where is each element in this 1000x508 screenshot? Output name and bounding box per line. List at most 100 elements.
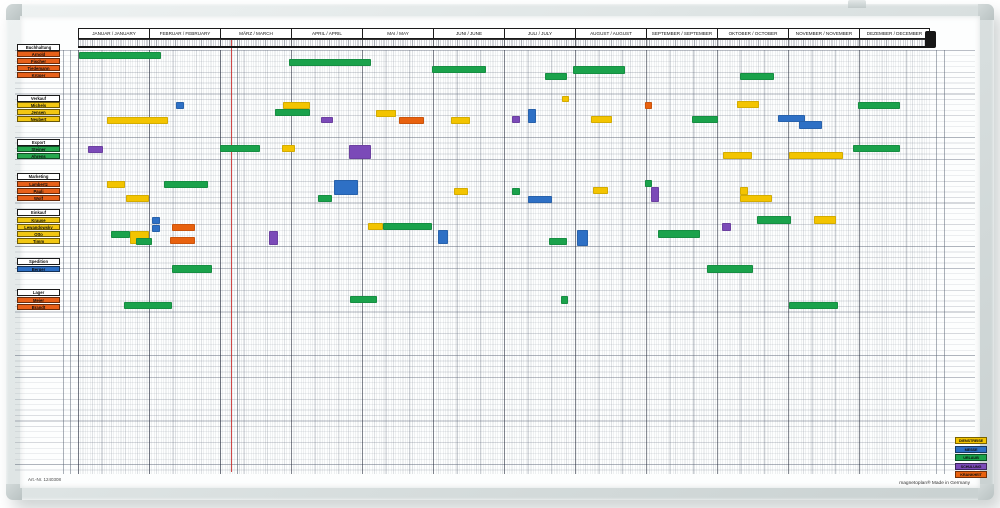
magnet-bar-yellow	[723, 152, 752, 159]
magnet-bar-purple	[88, 146, 103, 153]
magnet-bar-purple	[512, 116, 520, 123]
magnet-bar-green	[858, 102, 900, 109]
board-seam-line	[237, 28, 238, 474]
planner-board-photo: JANUAR / JANUARYFEBRUAR / FEBRUARYMÄRZ /…	[0, 0, 1000, 508]
date-slider-knob	[925, 31, 936, 48]
magnet-bar-green	[172, 265, 212, 273]
magnet-bar-yellow	[789, 152, 843, 159]
magnet-bar-yellow	[593, 187, 608, 194]
row-label-plate: Meier	[17, 297, 60, 303]
label-column-divider	[63, 50, 64, 474]
row-label-plate: Brandt	[17, 304, 60, 310]
frame-corner	[978, 4, 994, 20]
wall-hook	[848, 0, 866, 8]
magnet-bar-blue	[176, 102, 184, 109]
magnet-bar-blue	[528, 196, 552, 203]
right-margin-divider	[944, 50, 945, 474]
magnet-bar-blue	[577, 230, 588, 246]
magnet-bar-yellow	[591, 116, 612, 123]
magnet-bar-yellow	[107, 117, 168, 124]
group-header-plate: Export	[17, 139, 60, 146]
magnet-bar-yellow	[814, 216, 836, 224]
month-label: FEBRUAR / FEBRUARY	[149, 28, 220, 39]
row-label-plate: Wolf	[17, 195, 60, 201]
magnet-bar-purple	[321, 117, 333, 123]
magnet-bar-yellow	[368, 223, 383, 230]
row-label-plate: Timm	[17, 238, 60, 244]
row-label-plate: Steiner	[17, 146, 60, 152]
row-label-plate: Fischer	[17, 58, 60, 64]
month-label: OKTOBER / OCTOBER	[717, 28, 788, 39]
magnet-bar-orange	[170, 237, 195, 244]
magnet-bar-green	[350, 296, 377, 303]
magnet-bar-yellow	[107, 181, 125, 188]
month-label: NOVEMBER / NOVEMBER	[788, 28, 859, 39]
month-label: JULI / JULY	[504, 28, 575, 39]
label-column-divider	[70, 50, 71, 474]
magnet-bar-orange	[645, 102, 652, 109]
day-number-strip	[78, 39, 930, 48]
magnet-bar-yellow	[126, 195, 149, 202]
legend-item: KRANKHEIT	[955, 471, 987, 478]
group-header-plate: Verkauf	[17, 95, 60, 102]
article-number: Art.-Nr. 1240308	[28, 477, 61, 482]
magnet-bar-green	[383, 223, 432, 230]
magnet-bar-purple	[349, 145, 371, 159]
row-label-plate: Michels	[17, 102, 60, 108]
magnet-bar-green	[789, 302, 838, 309]
magnet-bar-yellow	[283, 102, 310, 109]
magnet-bar-orange	[399, 117, 424, 124]
group-header-plate: Lager	[17, 289, 60, 296]
grid-day-lines	[78, 50, 930, 474]
month-label: APRIL / APRIL	[291, 28, 362, 39]
magnet-bar-green	[275, 109, 310, 116]
row-label-plate: Tiedemann	[17, 65, 60, 71]
magnet-bar-yellow	[562, 96, 569, 102]
month-label: AUGUST / AUGUST	[575, 28, 646, 39]
magnet-bar-green	[164, 181, 208, 188]
magnet-bar-blue	[528, 109, 536, 123]
magnet-bar-blue	[438, 230, 448, 244]
magnet-bar-green	[707, 265, 753, 273]
right-margin-divider	[936, 50, 937, 474]
magnet-bar-green	[545, 73, 567, 80]
magnet-bar-green	[645, 180, 652, 187]
row-label-plate: Krause	[17, 217, 60, 223]
magnet-bar-green	[512, 188, 520, 195]
magnet-bar-green	[853, 145, 900, 152]
magnet-bar-yellow	[376, 110, 396, 117]
brand-caption: magnetoplan® Made in Germany	[899, 481, 970, 486]
legend-item: URLAUB	[955, 454, 987, 461]
group-header-plate: Marketing	[17, 173, 60, 180]
magnet-bar-yellow	[740, 187, 748, 195]
magnet-bar-green	[692, 116, 718, 123]
legend-item: DIENSTREISE	[955, 437, 987, 444]
month-label: MÄRZ / MARCH	[220, 28, 291, 39]
row-label-plate: Berger	[17, 266, 60, 272]
month-label: MAI / MAY	[362, 28, 433, 39]
magnet-bar-green	[549, 238, 567, 245]
magnet-bar-green	[573, 66, 625, 74]
current-date-line	[231, 30, 232, 472]
magnet-bar-green	[740, 73, 774, 80]
magnet-bar-green	[757, 216, 791, 224]
row-label-plate: Lewandowsky	[17, 224, 60, 230]
magnet-bar-yellow	[451, 117, 470, 124]
row-label-plate: Pauli	[17, 188, 60, 194]
magnet-bar-purple	[722, 223, 731, 231]
magnet-bar-yellow	[740, 195, 772, 202]
group-header-plate: Buchhaltung	[17, 44, 60, 51]
magnet-bar-green	[432, 66, 486, 73]
month-label: JANUAR / JANUARY	[78, 28, 149, 39]
magnet-bar-yellow	[454, 188, 468, 195]
month-label: DEZEMBER / DECEMBER	[859, 28, 930, 39]
magnet-bar-green	[220, 145, 260, 152]
row-label-plate: Krüger	[17, 72, 60, 78]
month-label: SEPTEMBER / SEPTEMBER	[646, 28, 717, 39]
frame-corner	[978, 484, 994, 500]
month-label: JUNI / JUNE	[433, 28, 504, 39]
magnet-bar-blue	[799, 121, 822, 129]
magnet-bar-green	[289, 59, 371, 66]
magnet-bar-purple	[651, 187, 659, 202]
magnet-bar-green	[658, 230, 700, 238]
